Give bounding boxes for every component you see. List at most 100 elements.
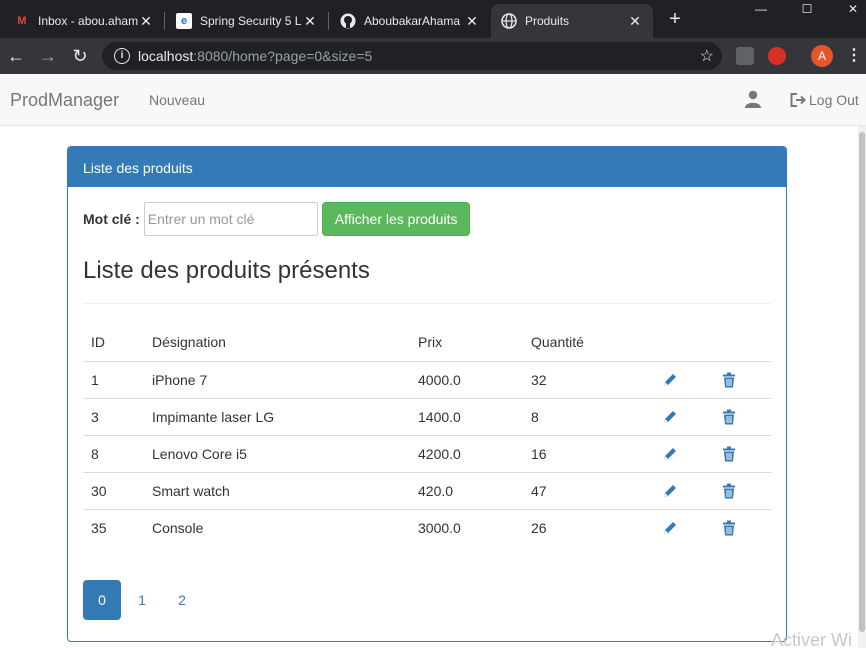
header-prix: Prix xyxy=(410,324,523,362)
browser-tab-strip: M Inbox - abou.aham ✕ e Spring Security … xyxy=(0,0,866,38)
cell-prix: 3000.0 xyxy=(418,519,461,536)
address-bar[interactable]: i localhost:8080/home?page=0&size=5 ☆ xyxy=(102,42,722,70)
cell-designation: Console xyxy=(152,519,204,536)
logout-link[interactable]: Log Out xyxy=(790,92,859,108)
pencil-icon[interactable] xyxy=(662,483,678,499)
pencil-icon[interactable] xyxy=(662,446,678,462)
table-row: 3 Impimante laser LG 1400.0 8 xyxy=(83,398,771,436)
user-icon[interactable] xyxy=(745,90,761,108)
reload-icon[interactable]: ↻ xyxy=(68,44,92,68)
cell-designation: iPhone 7 xyxy=(144,361,410,399)
cell-id: 35 xyxy=(91,519,107,536)
extension-hand-icon[interactable] xyxy=(768,47,786,65)
tab-inbox[interactable]: M Inbox - abou.aham ✕ xyxy=(4,4,164,38)
cell-id: 1 xyxy=(83,361,144,399)
show-products-button[interactable]: Afficher les produits xyxy=(321,202,471,236)
cell-delete xyxy=(713,472,771,510)
list-title: Liste des produits présents xyxy=(83,257,370,284)
close-icon[interactable]: ✕ xyxy=(627,13,643,30)
pencil-icon[interactable] xyxy=(662,520,678,536)
trash-icon[interactable] xyxy=(721,520,737,536)
cell-id: 30 xyxy=(83,472,144,510)
tab-produits[interactable]: Produits ✕ xyxy=(491,4,653,38)
info-icon[interactable]: i xyxy=(114,48,130,64)
bookmark-star-icon[interactable]: ☆ xyxy=(700,46,714,66)
back-arrow-icon[interactable]: ← xyxy=(4,44,28,68)
page-link-2[interactable]: 2 xyxy=(163,580,201,620)
cell-designation: Smart watch xyxy=(144,472,410,510)
divider xyxy=(83,303,771,304)
search-form: Mot clé : Afficher les produits xyxy=(83,202,471,236)
trash-icon[interactable] xyxy=(721,446,737,462)
cell-quantite: 47 xyxy=(523,472,654,510)
search-label: Mot clé : xyxy=(83,211,140,227)
header-edit xyxy=(654,324,713,362)
globe-icon xyxy=(501,13,517,29)
trash-icon[interactable] xyxy=(721,372,737,388)
tab-title: AboubakarAhama xyxy=(364,14,461,28)
new-tab-button[interactable]: + xyxy=(664,8,686,30)
scrollbar-thumb[interactable] xyxy=(859,132,865,632)
trash-icon[interactable] xyxy=(721,409,737,425)
brand-link[interactable]: ProdManager xyxy=(10,90,119,111)
extension-icon[interactable] xyxy=(736,47,754,65)
gmail-icon: M xyxy=(17,15,27,27)
pagination: 0 1 2 xyxy=(83,580,203,620)
cell-prix: 4000.0 xyxy=(410,361,523,399)
cell-prix: 420.0 xyxy=(410,472,523,510)
github-icon xyxy=(340,13,356,29)
page-icon: e xyxy=(176,13,192,29)
cell-quantite: 32 xyxy=(523,361,654,399)
close-icon[interactable]: ✕ xyxy=(464,13,480,30)
cell-edit xyxy=(654,361,713,399)
table-row: 35 Console 3000.0 26 xyxy=(83,509,771,546)
tab-separator xyxy=(164,12,165,30)
panel-body: Mot clé : Afficher les produits Liste de… xyxy=(68,187,786,620)
minimize-icon[interactable]: — xyxy=(738,0,784,18)
header-quantite: Quantité xyxy=(523,324,654,362)
browser-toolbar: ← → ↻ i localhost:8080/home?page=0&size=… xyxy=(0,38,866,74)
cell-edit xyxy=(654,509,713,546)
pencil-icon[interactable] xyxy=(662,372,678,388)
menu-kebab-icon[interactable]: ⋮ xyxy=(846,44,862,68)
page-link-0[interactable]: 0 xyxy=(83,580,121,620)
url-path: :8080/home?page=0&size=5 xyxy=(193,48,373,64)
table-row: 1 iPhone 7 4000.0 32 xyxy=(83,361,771,399)
maximize-icon[interactable]: ☐ xyxy=(784,0,830,18)
products-panel: Liste des produits Mot clé : Afficher le… xyxy=(67,146,787,642)
cell-delete xyxy=(713,509,771,546)
cell-prix: 1400.0 xyxy=(410,398,523,436)
header-delete xyxy=(713,324,771,362)
page-scrollbar[interactable] xyxy=(858,126,866,648)
cell-designation: Impimante laser LG xyxy=(144,398,410,436)
cell-id: 3 xyxy=(83,398,144,436)
app-navbar: ProdManager Nouveau Log Out xyxy=(0,74,866,126)
logout-icon xyxy=(790,93,806,107)
header-id: ID xyxy=(83,324,144,362)
cell-delete xyxy=(713,361,771,399)
window-close-icon[interactable]: ✕ xyxy=(830,0,866,18)
panel-heading: Liste des produits xyxy=(68,147,786,187)
tab-github[interactable]: AboubakarAhama ✕ xyxy=(330,4,490,38)
table-row: 8 Lenovo Core i5 4200.0 16 xyxy=(83,435,771,473)
close-icon[interactable]: ✕ xyxy=(138,13,154,30)
url-host: localhost xyxy=(138,48,194,64)
trash-icon[interactable] xyxy=(721,483,737,499)
pencil-icon[interactable] xyxy=(662,409,678,425)
windows-activation-watermark: Activer Wi xyxy=(771,630,852,648)
page-viewport: ProdManager Nouveau Log Out Liste des pr… xyxy=(0,74,866,648)
cell-delete xyxy=(713,398,771,436)
search-input[interactable] xyxy=(143,202,318,236)
tab-spring-security[interactable]: e Spring Security 5 L ✕ xyxy=(166,4,328,38)
cell-edit xyxy=(654,435,713,473)
forward-arrow-icon[interactable]: → xyxy=(36,44,60,68)
page-link-1[interactable]: 1 xyxy=(123,580,161,620)
cell-quantite: 26 xyxy=(531,519,547,536)
table-header-row: ID Désignation Prix Quantité xyxy=(83,324,771,362)
profile-avatar[interactable]: A xyxy=(811,45,833,67)
products-table: ID Désignation Prix Quantité 1 iPhone 7 … xyxy=(83,324,771,546)
tab-separator xyxy=(328,12,329,30)
close-icon[interactable]: ✕ xyxy=(302,13,318,30)
nav-nouveau[interactable]: Nouveau xyxy=(149,92,205,108)
cell-quantite: 8 xyxy=(523,398,654,436)
